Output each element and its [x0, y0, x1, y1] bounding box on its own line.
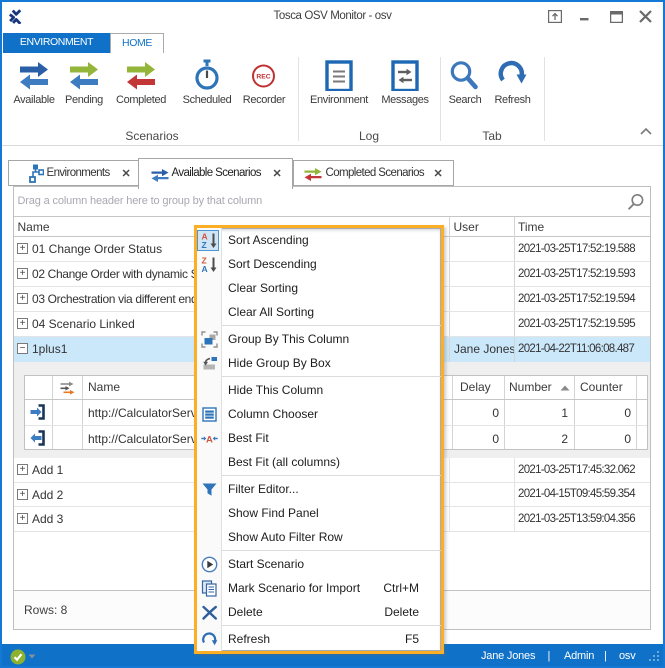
svg-text:A: A	[206, 434, 213, 445]
svg-text:Z: Z	[202, 240, 207, 249]
svg-text:REC: REC	[256, 74, 270, 81]
svg-text:A: A	[202, 264, 208, 273]
